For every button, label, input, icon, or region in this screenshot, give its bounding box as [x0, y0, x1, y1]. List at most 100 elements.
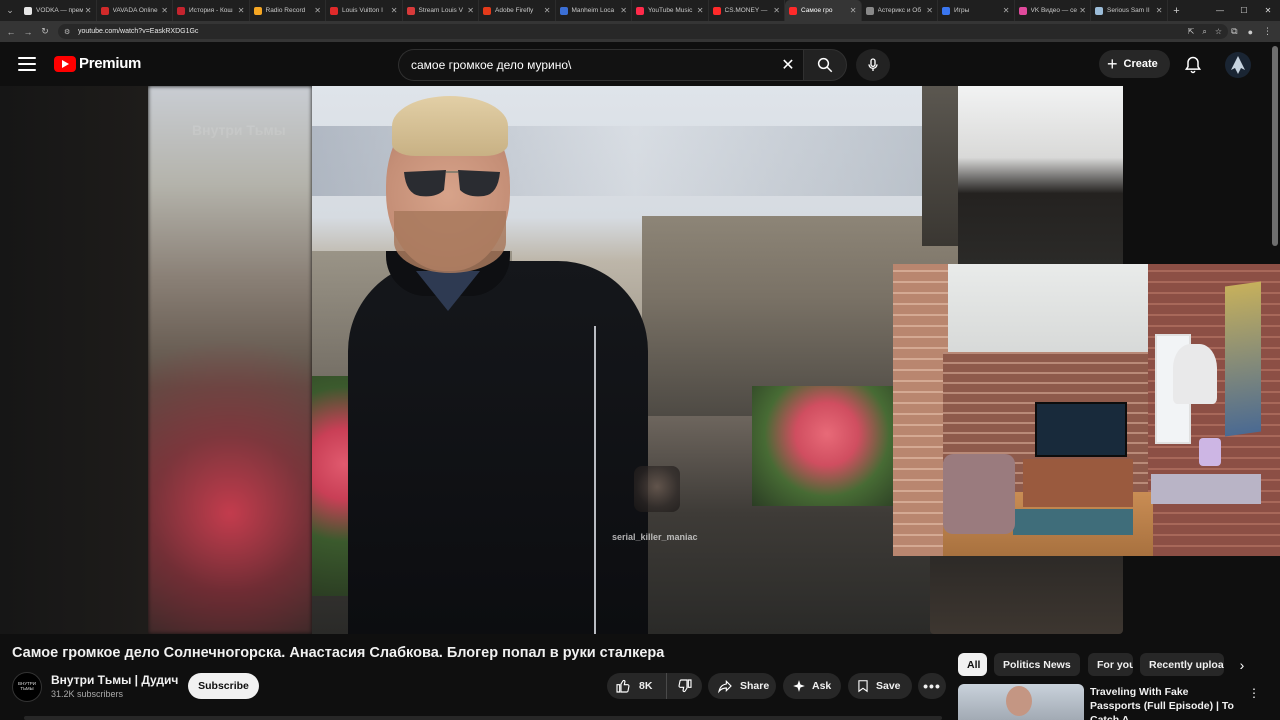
- youtube-logo[interactable]: Premium: [54, 55, 141, 72]
- subscribe-button[interactable]: Subscribe: [188, 673, 259, 699]
- sparkle-icon: [793, 680, 805, 692]
- browser-tab[interactable]: Serious Sam II ✕: [1091, 0, 1168, 21]
- tab-favicon-icon: [1018, 6, 1027, 15]
- address-bar[interactable]: ⚙ youtube.com/watch?v=EaskRXDG1Gc ⇱ ⌕ ☆: [58, 24, 1228, 39]
- channel-avatar[interactable]: ВНУТРИ ТЬМЫ: [12, 672, 42, 702]
- camera-overlay: [893, 264, 1280, 556]
- tab-close-icon[interactable]: ✕: [1156, 6, 1163, 15]
- save-button[interactable]: Save: [848, 673, 912, 699]
- video-menu-icon[interactable]: ⋮: [1248, 686, 1260, 704]
- zoom-icon[interactable]: ⌕: [1202, 27, 1206, 37]
- filter-chip[interactable]: All: [958, 653, 987, 676]
- browser-tab[interactable]: Manheim Loca ✕: [556, 0, 632, 21]
- tab-search-icon[interactable]: ⌄: [0, 0, 20, 21]
- tab-favicon-icon: [330, 6, 338, 15]
- tab-close-icon[interactable]: ✕: [85, 6, 92, 15]
- like-button[interactable]: 8K: [607, 673, 667, 699]
- ambient-bottom-right: [930, 556, 1123, 634]
- reload-icon[interactable]: ↻: [39, 26, 51, 37]
- minimize-icon[interactable]: —: [1208, 0, 1232, 21]
- browser-tab[interactable]: Stream Louis V ✕: [403, 0, 479, 21]
- channel-name[interactable]: Внутри Тьмы | Дудич: [51, 673, 178, 687]
- tab-close-icon[interactable]: ✕: [850, 6, 857, 15]
- filter-chip[interactable]: Politics News: [994, 653, 1080, 676]
- browser-tab[interactable]: Астерикс и Об ✕: [862, 0, 938, 21]
- browser-tab[interactable]: VAVADA Online ✕: [97, 0, 173, 21]
- blurred-channel-watermark: Внутри Тьмы: [192, 122, 286, 138]
- install-icon[interactable]: ⇱: [1188, 27, 1195, 36]
- tab-favicon-icon: [559, 6, 568, 15]
- search-button[interactable]: [803, 49, 847, 81]
- back-icon[interactable]: ←: [5, 27, 17, 37]
- tab-close-icon[interactable]: ✕: [391, 6, 398, 15]
- close-window-icon[interactable]: ✕: [1256, 0, 1280, 21]
- browser-tab[interactable]: CS.MONEY — ✕: [709, 0, 785, 21]
- filter-chip[interactable]: For you: [1088, 653, 1133, 676]
- tab-favicon-icon: [483, 6, 491, 15]
- browser-menu-icon[interactable]: ⋮: [1263, 26, 1272, 37]
- dislike-button[interactable]: [667, 678, 702, 694]
- tab-favicon-icon: [100, 6, 109, 15]
- menu-icon[interactable]: [18, 57, 36, 71]
- browser-tab[interactable]: VK Видео — се ✕: [1015, 0, 1091, 21]
- tab-favicon-icon: [406, 6, 415, 15]
- tab-close-icon[interactable]: ✕: [161, 6, 168, 15]
- description-box-edge: [24, 716, 942, 720]
- recommended-video-title[interactable]: Traveling With Fake Passports (Full Epis…: [1090, 685, 1240, 720]
- tab-title: История - Кош: [189, 7, 233, 14]
- thumbs-up-icon: [616, 679, 630, 693]
- ambient-right: [958, 86, 1123, 265]
- tab-title: CS.MONEY —: [724, 7, 768, 14]
- thumbs-down-icon: [677, 679, 692, 693]
- tab-close-icon[interactable]: ✕: [926, 6, 933, 15]
- more-actions-button[interactable]: •••: [918, 673, 946, 699]
- notifications-bell-icon[interactable]: [1183, 55, 1203, 75]
- tab-close-icon[interactable]: ✕: [1003, 6, 1010, 15]
- browser-tab[interactable]: YouTube Music ✕: [632, 0, 709, 21]
- avatar-figure-icon: [1231, 56, 1245, 74]
- search-input[interactable]: самое громкое дело мурино\ ✕: [398, 49, 803, 81]
- tab-close-icon[interactable]: ✕: [620, 6, 627, 15]
- clear-search-icon[interactable]: ✕: [773, 55, 803, 75]
- browser-tab[interactable]: VODKA — прем ✕: [20, 0, 97, 21]
- ask-button[interactable]: Ask: [783, 673, 841, 699]
- video-watermark: serial_killer_maniac: [612, 532, 698, 542]
- share-button[interactable]: Share: [708, 673, 776, 699]
- create-button[interactable]: + Create: [1099, 50, 1170, 78]
- browser-tab[interactable]: История - Кош ✕: [173, 0, 250, 21]
- page-scrollbar[interactable]: [1272, 46, 1278, 246]
- browser-tab-strip: ⌄ VODKA — прем ✕ VAVADA Online ✕ История - К…: [0, 0, 1280, 21]
- tab-title: VAVADA Online: [112, 7, 158, 14]
- filter-chip[interactable]: Recently uploa: [1140, 653, 1224, 676]
- tab-close-icon[interactable]: ✕: [467, 6, 474, 15]
- browser-tab[interactable]: Louis Vuitton I ✕: [326, 0, 403, 21]
- site-info-icon[interactable]: ⚙: [64, 28, 73, 36]
- video-player[interactable]: Внутри Тьмы serial_killer_maniac: [148, 86, 958, 634]
- browser-tab[interactable]: Самое гро ✕: [785, 0, 862, 21]
- tab-favicon-icon: [865, 6, 874, 15]
- recommended-video-thumbnail[interactable]: [958, 684, 1084, 720]
- tab-close-icon[interactable]: ✕: [1079, 6, 1086, 15]
- plus-icon: +: [1107, 54, 1118, 74]
- extensions-icon[interactable]: ⧉: [1231, 26, 1237, 37]
- blurred-frame-edge: [148, 86, 312, 634]
- tab-title: YouTube Music: [648, 7, 693, 14]
- tab-title: Stream Louis V: [418, 7, 463, 14]
- tab-close-icon[interactable]: ✕: [238, 6, 245, 15]
- tab-close-icon[interactable]: ✕: [314, 6, 321, 15]
- profile-icon[interactable]: ●: [1248, 27, 1253, 37]
- browser-tab[interactable]: Adobe Firefly ✕: [479, 0, 556, 21]
- browser-tab[interactable]: Игры ✕: [938, 0, 1015, 21]
- new-tab-button[interactable]: +: [1168, 5, 1186, 17]
- youtube-header: Premium самое громкое дело мурино\ ✕ + C…: [0, 42, 1280, 86]
- maximize-icon[interactable]: ☐: [1232, 0, 1256, 21]
- tab-close-icon[interactable]: ✕: [773, 6, 780, 15]
- chevron-right-icon[interactable]: ›: [1232, 654, 1252, 676]
- browser-tab[interactable]: Radio Record ✕: [250, 0, 326, 21]
- tab-close-icon[interactable]: ✕: [697, 6, 704, 15]
- forward-icon[interactable]: →: [22, 27, 34, 37]
- account-avatar[interactable]: [1225, 52, 1251, 78]
- bookmark-star-icon[interactable]: ☆: [1215, 27, 1222, 36]
- voice-search-button[interactable]: [856, 49, 890, 81]
- tab-close-icon[interactable]: ✕: [544, 6, 551, 15]
